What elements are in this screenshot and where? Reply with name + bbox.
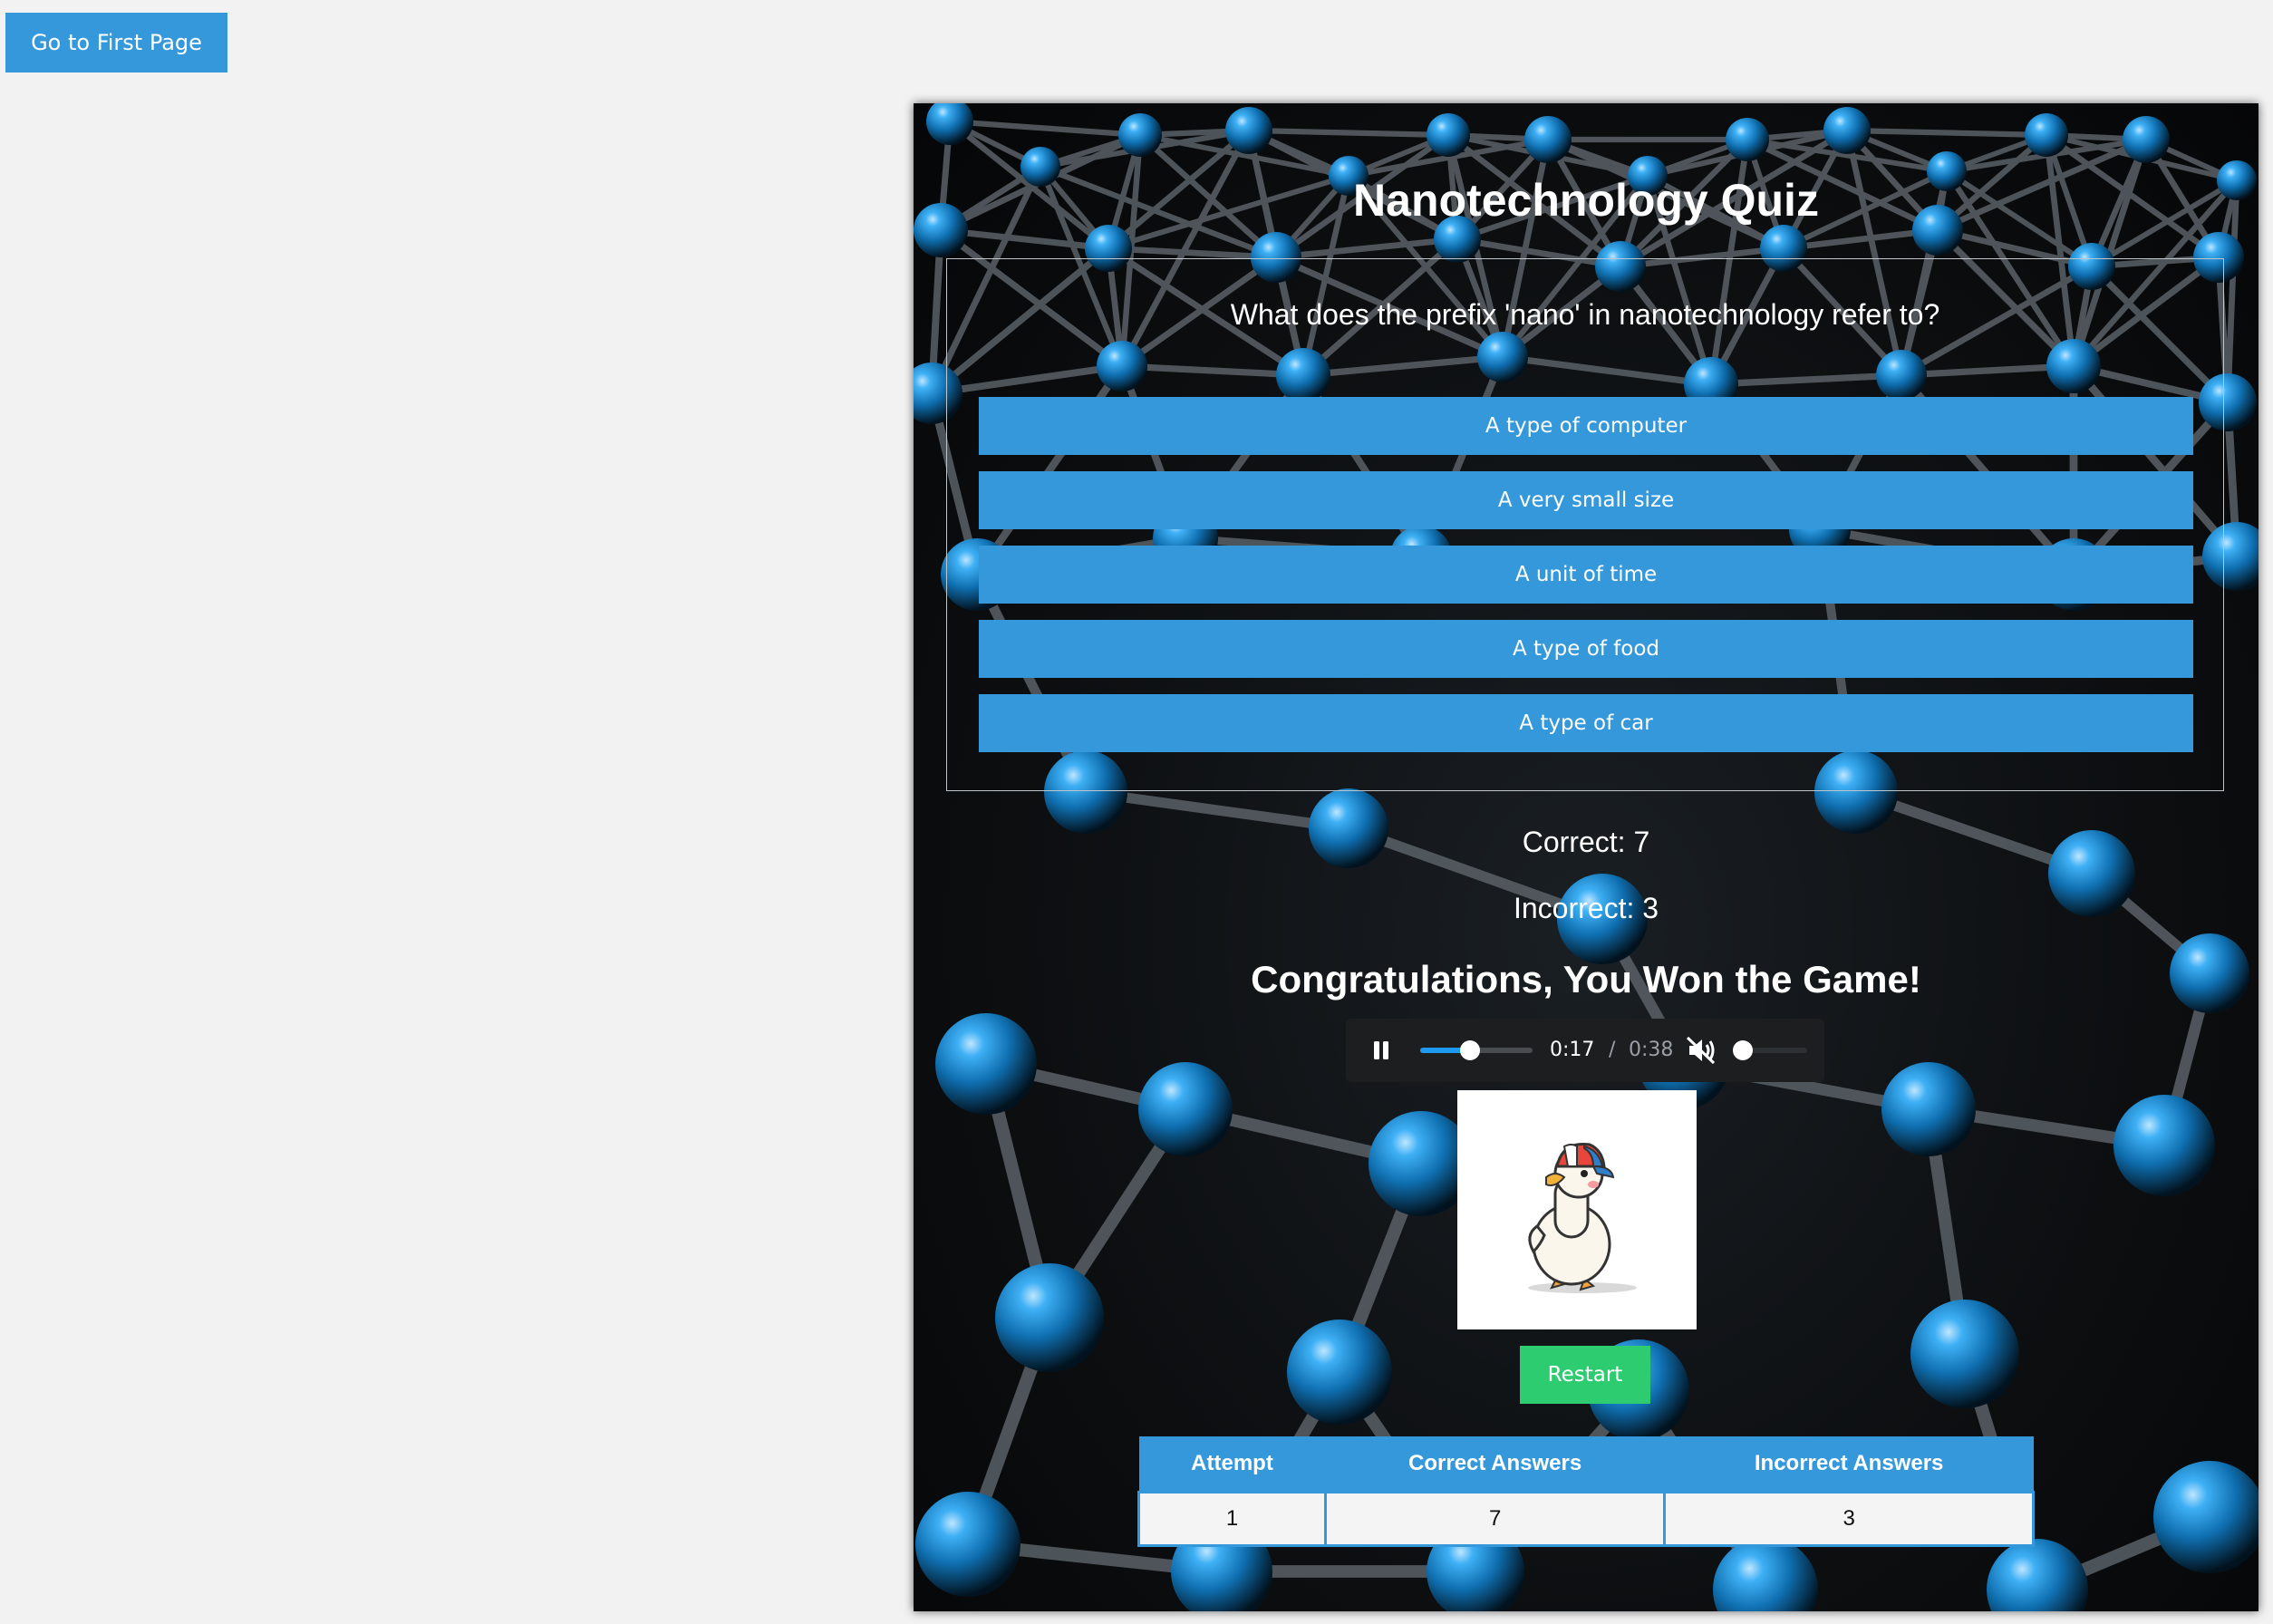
cell-attempt: 1: [1137, 1491, 1327, 1547]
current-time: 0:17: [1550, 1039, 1595, 1061]
answer-option-car[interactable]: A type of car: [979, 694, 2193, 752]
quiz-panel: Nanotechnology Quiz What does the prefix…: [914, 103, 2258, 1611]
cell-correct: 7: [1323, 1491, 1667, 1547]
volume-thumb[interactable]: [1733, 1040, 1753, 1060]
volume-muted-icon: [1686, 1036, 1716, 1065]
audio-player: 0:17 / 0:38: [1346, 1019, 1824, 1082]
duck-image: [1457, 1090, 1697, 1329]
volume-slider[interactable]: [1733, 1040, 1807, 1060]
answer-option-unit-of-time[interactable]: A unit of time: [979, 546, 2193, 604]
question-text: What does the prefix 'nano' in nanotechn…: [1230, 298, 1940, 331]
question-box: What does the prefix 'nano' in nanotechn…: [946, 258, 2224, 791]
answer-option-food[interactable]: A type of food: [979, 620, 2193, 678]
answer-option-small-size[interactable]: A very small size: [979, 471, 2193, 529]
header-attempt: Attempt: [1138, 1436, 1326, 1493]
header-incorrect-answers: Incorrect Answers: [1664, 1436, 2034, 1493]
quiz-content: Nanotechnology Quiz What does the prefix…: [914, 103, 2258, 1611]
restart-button[interactable]: Restart: [1520, 1346, 1650, 1404]
total-time: 0:38: [1629, 1039, 1674, 1061]
win-message: Congratulations, You Won the Game!: [1251, 958, 1921, 1000]
mute-button[interactable]: [1685, 1034, 1717, 1067]
cell-incorrect: 3: [1663, 1491, 2035, 1547]
header-correct-answers: Correct Answers: [1325, 1436, 1665, 1493]
go-to-first-page-button[interactable]: Go to First Page: [5, 13, 227, 72]
table-header-row: Attempt Correct Answers Incorrect Answer…: [1138, 1436, 2034, 1493]
time-separator: /: [1609, 1039, 1616, 1061]
table-row: 1 7 3: [1137, 1491, 2035, 1547]
quiz-title: Nanotechnology Quiz: [1353, 175, 1819, 226]
answer-option-computer[interactable]: A type of computer: [979, 397, 2193, 455]
duck-illustration: [1528, 1143, 1637, 1293]
pause-icon: [1374, 1041, 1388, 1059]
seek-thumb[interactable]: [1460, 1040, 1481, 1060]
correct-count: Correct: 7: [1522, 826, 1650, 858]
pause-button[interactable]: [1368, 1037, 1395, 1064]
seek-bar[interactable]: [1420, 1040, 1533, 1060]
incorrect-count: Incorrect: 3: [1513, 892, 1659, 924]
attempt-history-table: Attempt Correct Answers Incorrect Answer…: [1137, 1436, 2035, 1547]
